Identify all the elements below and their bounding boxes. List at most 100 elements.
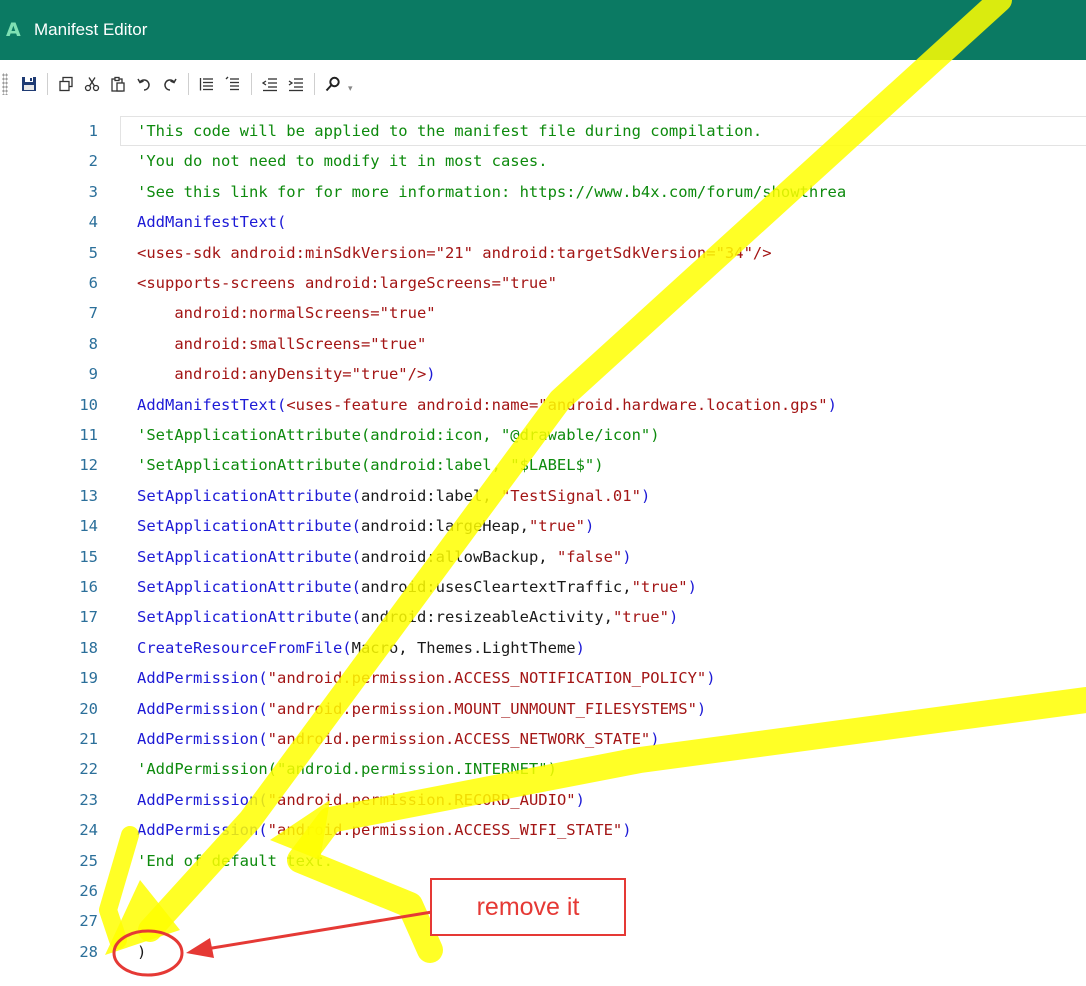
- paste-icon: [111, 76, 125, 92]
- code-token: ): [426, 365, 436, 384]
- line-code: SetApplicationAttribute(android:allowBac…: [137, 542, 632, 572]
- code-token: "android.permission.MOUNT_UNMOUNT_FILESY…: [267, 699, 697, 718]
- code-token: "android.permission.ACCESS_NOTIFICATION_…: [267, 669, 707, 688]
- code-token: android:smallScreens="true": [137, 334, 427, 353]
- line-number: 1: [88, 122, 98, 140]
- code-token: SetApplicationAttribute(: [137, 486, 361, 505]
- code-line[interactable]: 6 <supports-screens android:largeScreens=…: [0, 268, 1086, 298]
- line-code: AddManifestText(: [137, 207, 286, 237]
- line-code: AddPermission("android.permission.ACCESS…: [137, 724, 660, 754]
- code-line[interactable]: 14 SetApplicationAttribute(android:largeH…: [0, 511, 1086, 541]
- toolbar-grip[interactable]: [2, 73, 8, 95]
- code-token: AddPermission(: [137, 699, 268, 718]
- line-number: 11: [79, 426, 98, 444]
- code-line[interactable]: 25 'End of default text.: [0, 846, 1086, 876]
- toolbar-overflow-icon[interactable]: ▾: [348, 84, 353, 94]
- line-number: 6: [88, 274, 98, 292]
- code-line[interactable]: 24 AddPermission("android.permission.ACCE…: [0, 815, 1086, 845]
- line-number: 10: [79, 395, 98, 414]
- code-line[interactable]: 21 AddPermission("android.permission.ACCE…: [0, 724, 1086, 754]
- code-token: android:anyDensity="true"/>: [137, 365, 427, 384]
- code-token: ): [650, 730, 660, 748]
- line-code: 'SetApplicationAttribute(android:icon, "…: [137, 420, 660, 450]
- line-number: 23: [79, 790, 98, 809]
- code-line[interactable]: 13 SetApplicationAttribute(android:label,…: [0, 481, 1086, 511]
- code-token: "TestSignal.01": [500, 486, 641, 505]
- code-token: SetApplicationAttribute(: [137, 547, 361, 566]
- redo-button[interactable]: [157, 71, 183, 97]
- undo-icon: [137, 78, 150, 91]
- paste-button[interactable]: [105, 71, 131, 97]
- line-code: AddPermission("android.permission.ACCESS…: [137, 815, 632, 845]
- code-token: 'SetApplicationAttribute(android:icon, "…: [137, 426, 660, 444]
- code-line[interactable]: 15 SetApplicationAttribute(android:allowB…: [0, 542, 1086, 572]
- code-line[interactable]: 12 'SetApplicationAttribute(android:label…: [0, 450, 1086, 480]
- save-button[interactable]: [16, 71, 42, 97]
- outdent-button[interactable]: [257, 71, 283, 97]
- title-bar: A Manifest Editor: [0, 0, 1086, 60]
- code-token: ): [575, 790, 585, 809]
- code-line[interactable]: 9 android:anyDensity="true"/>): [0, 359, 1086, 389]
- code-token: ): [622, 547, 632, 566]
- find-button[interactable]: [320, 71, 346, 97]
- uncomment-button[interactable]: [220, 71, 246, 97]
- code-line[interactable]: 17 SetApplicationAttribute(android:resize…: [0, 602, 1086, 632]
- code-line[interactable]: 2 'You do not need to modify it in most c…: [0, 146, 1086, 176]
- line-code: android:smallScreens="true": [137, 329, 426, 359]
- line-code: AddPermission("android.permission.RECORD…: [137, 785, 585, 815]
- cut-button[interactable]: [79, 71, 105, 97]
- code-line[interactable]: 1 'This code will be applied to the manif…: [0, 116, 1086, 146]
- code-token: ): [706, 669, 716, 688]
- code-token: ): [687, 578, 697, 596]
- line-code: SetApplicationAttribute(android:resizeab…: [137, 602, 678, 632]
- copy-button[interactable]: [53, 71, 79, 97]
- code-line[interactable]: 19 AddPermission("android.permission.ACCE…: [0, 663, 1086, 693]
- code-editor[interactable]: 1 'This code will be applied to the manif…: [0, 108, 1086, 986]
- code-line[interactable]: 23 AddPermission("android.permission.RECO…: [0, 785, 1086, 815]
- code-token: ): [696, 699, 707, 718]
- code-line[interactable]: 3 'See this link for for more information…: [0, 177, 1086, 207]
- code-line[interactable]: 8 android:smallScreens="true": [0, 329, 1086, 359]
- line-number: 12: [79, 456, 98, 475]
- line-code: 'End of default text.: [137, 846, 333, 876]
- code-token: "false": [556, 547, 623, 566]
- line-code: <uses-sdk android:minSdkVersion="21" and…: [137, 238, 772, 268]
- code-line[interactable]: 18 CreateResourceFromFile(Macro, Themes.L…: [0, 633, 1086, 663]
- code-token: ): [827, 395, 837, 414]
- code-token: ): [622, 821, 632, 840]
- code-line[interactable]: 20 AddPermission("android.permission.MOUN…: [0, 694, 1086, 724]
- line-number: 26: [79, 882, 98, 900]
- code-token: "android.permission.ACCESS_NETWORK_STATE…: [267, 730, 651, 748]
- line-code: android:anyDensity="true"/>): [137, 359, 436, 389]
- code-line[interactable]: 7 android:normalScreens="true": [0, 298, 1086, 328]
- toolbar-separator: [251, 73, 252, 95]
- code-line[interactable]: 16 SetApplicationAttribute(android:usesCl…: [0, 572, 1086, 602]
- line-number: 20: [79, 699, 98, 718]
- undo-button[interactable]: [131, 71, 157, 97]
- code-line[interactable]: 10 AddManifestText(<uses-feature android:…: [0, 390, 1086, 420]
- code-line[interactable]: 22 'AddPermission("android.permission.INT…: [0, 754, 1086, 784]
- code-line[interactable]: 4 AddManifestText(: [0, 207, 1086, 237]
- save-icon: [22, 77, 36, 91]
- indent-button[interactable]: [283, 71, 309, 97]
- line-number: 22: [79, 760, 98, 779]
- line-number: 21: [79, 730, 98, 748]
- line-code: ): [137, 937, 146, 967]
- line-number: 28: [79, 942, 98, 961]
- line-code: 'SetApplicationAttribute(android:label, …: [137, 450, 604, 480]
- comment-button[interactable]: [194, 71, 220, 97]
- code-token: android:usesCleartextTraffic,: [360, 578, 632, 596]
- code-line[interactable]: 5 <uses-sdk android:minSdkVersion="21" an…: [0, 238, 1086, 268]
- line-code: CreateResourceFromFile(Macro, Themes.Lig…: [137, 633, 585, 663]
- code-line[interactable]: 28): [0, 937, 1086, 967]
- line-code: AddManifestText(<uses-feature android:na…: [137, 390, 837, 420]
- line-number: 19: [79, 669, 98, 688]
- code-line[interactable]: 11 'SetApplicationAttribute(android:icon,…: [0, 420, 1086, 450]
- code-token: android:normalScreens="true": [137, 304, 436, 323]
- code-token: android:label,: [360, 486, 501, 505]
- line-number: 4: [88, 213, 98, 232]
- code-token: 'See this link for for more information:…: [137, 182, 847, 201]
- redo-icon: [164, 78, 177, 91]
- line-code: AddPermission("android.permission.ACCESS…: [137, 663, 716, 693]
- code-token: Macro, Themes.LightTheme: [351, 638, 576, 657]
